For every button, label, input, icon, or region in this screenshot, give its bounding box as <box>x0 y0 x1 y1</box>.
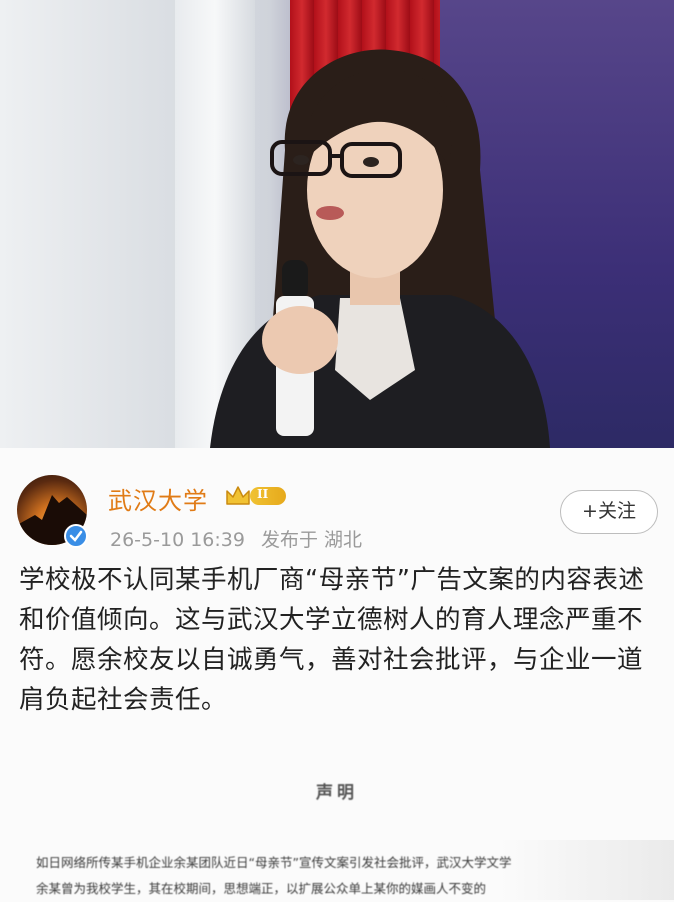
blur-overlay <box>500 840 674 900</box>
post-content: 学校极不认同某手机厂商“母亲节”广告文案的内容表述和价值倾向。这与武汉大学立德树… <box>19 565 645 715</box>
crown-icon <box>226 486 250 505</box>
level-badge-text: II <box>257 487 269 501</box>
post-location: 发布于 湖北 <box>260 529 362 551</box>
post-image[interactable] <box>0 0 674 448</box>
weibo-post: 武汉大学 II 26-5-10 16:39 发布于 湖北 +关注 学校极不认同某手… <box>0 448 674 900</box>
post-timestamp: 26-5-10 16:39 <box>110 529 245 551</box>
post-meta: 26-5-10 16:39 发布于 湖北 <box>110 525 362 552</box>
author-name[interactable]: 武汉大学 <box>108 481 208 516</box>
level-badge: II <box>250 487 286 505</box>
speaker-figure <box>210 49 550 448</box>
follow-button[interactable]: +关注 <box>560 490 658 534</box>
statement-title: 声明 <box>316 783 358 803</box>
background-wall <box>0 0 180 448</box>
verified-check-icon <box>64 524 88 548</box>
